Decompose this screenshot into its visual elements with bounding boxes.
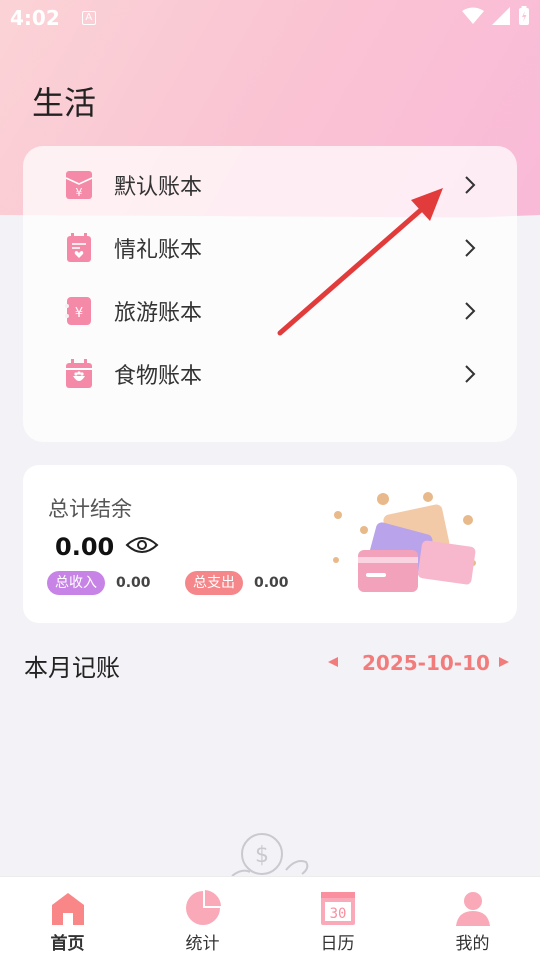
tab-label: 首页	[50, 934, 85, 954]
home-icon	[52, 893, 84, 925]
book-label: 食物账本	[114, 364, 203, 389]
annotation-arrow-icon	[277, 188, 443, 336]
book-heart-icon	[65, 233, 93, 263]
pie-chart-icon	[186, 890, 221, 925]
tab-label: 日历	[320, 934, 355, 954]
income-value: 0.00	[116, 575, 151, 591]
signal-icon	[492, 7, 510, 25]
total-balance-title: 总计结余	[48, 497, 132, 521]
empty-state-coin-icon: $	[231, 833, 309, 876]
chevron-right-icon	[465, 239, 476, 257]
bottom-tab-bar: 首页 统计 30 日历 我的	[0, 876, 540, 960]
book-label: 情礼账本	[114, 238, 203, 263]
svg-text:$: $	[255, 843, 269, 868]
status-time: 4:02	[10, 6, 60, 30]
tab-statistics[interactable]: 统计	[135, 877, 270, 960]
calendar-food-icon	[65, 359, 93, 389]
status-a-badge: A	[81, 11, 96, 25]
income-badge: 总收入	[47, 571, 105, 595]
tab-label: 统计	[185, 934, 220, 954]
book-item-food[interactable]: 食物账本	[23, 349, 517, 399]
svg-text:30: 30	[330, 906, 347, 922]
svg-text:¥: ¥	[76, 186, 83, 199]
user-icon	[456, 892, 490, 926]
expense-badge: 总支出	[185, 571, 243, 595]
book-yen-icon: ¥	[65, 296, 93, 326]
page-title: 生活	[32, 84, 97, 122]
eye-icon[interactable]	[125, 535, 159, 555]
tab-home[interactable]: 首页	[0, 877, 135, 960]
tab-calendar[interactable]: 30 日历	[270, 877, 405, 960]
chevron-right-icon	[465, 302, 476, 320]
calendar-icon: 30	[321, 892, 355, 925]
status-bar: 4:02 A	[0, 0, 540, 36]
chevron-right-icon	[465, 176, 476, 194]
month-records-title: 本月记账	[24, 654, 120, 682]
cards-coins-illustration	[333, 492, 476, 592]
expense-value: 0.00	[254, 575, 289, 591]
date-prev-icon[interactable]	[327, 656, 339, 668]
status-indicators	[462, 6, 530, 26]
book-label: 默认账本	[114, 175, 203, 200]
chevron-right-icon	[465, 365, 476, 383]
date-next-icon[interactable]	[498, 656, 510, 668]
book-yen-icon: ¥	[65, 170, 93, 200]
tab-label: 我的	[455, 934, 490, 954]
current-date[interactable]: 2025-10-10	[362, 651, 490, 675]
svg-text:¥: ¥	[75, 306, 83, 321]
total-balance-amount: 0.00	[55, 533, 115, 561]
battery-icon	[519, 6, 529, 25]
book-label: 旅游账本	[114, 301, 203, 326]
tab-profile[interactable]: 我的	[405, 877, 540, 960]
wifi-icon	[462, 7, 484, 24]
total-balance-card: 总计结余 0.00 总收入 0.00 总支出 0.00	[23, 465, 517, 623]
